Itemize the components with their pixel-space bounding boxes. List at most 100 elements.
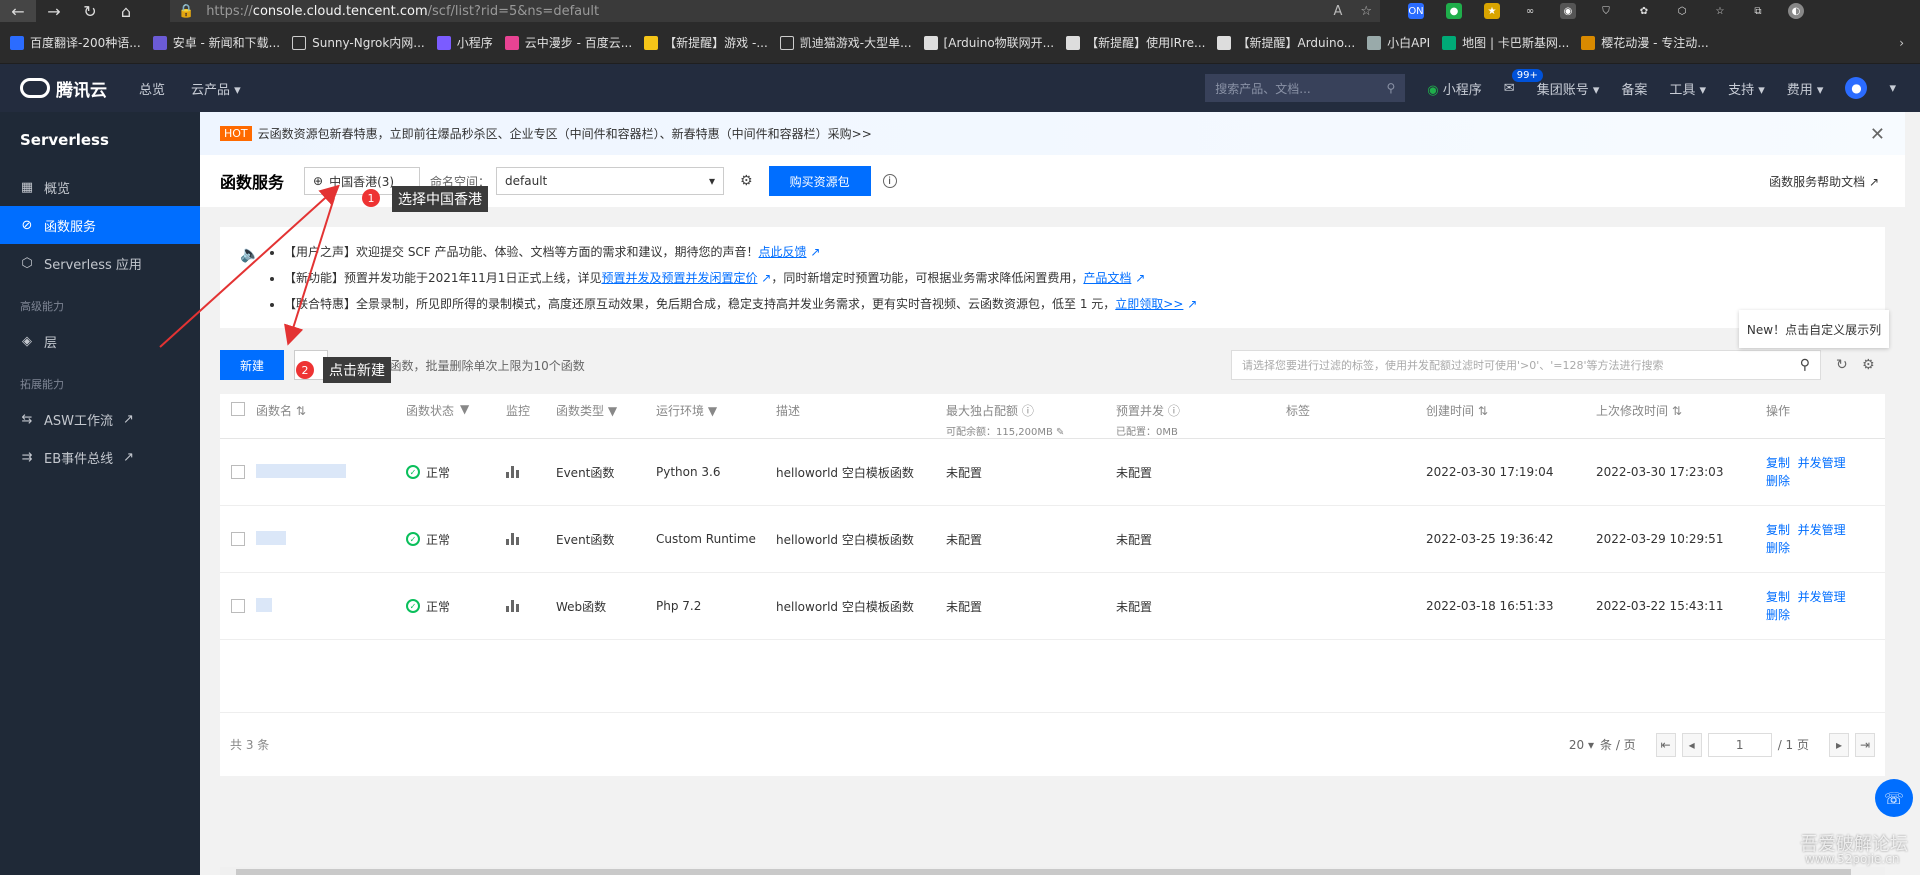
scroll-thumb[interactable] [236,869,1851,875]
promo-banner[interactable]: HOT 云函数资源包新春特惠，立即前往爆品秒杀区、企业专区（中间件和容器栏）、新… [200,112,1905,155]
header-billing[interactable]: 费用 ▾ [1787,79,1824,98]
sidebar-item-functions[interactable]: ⊘ 函数服务 [0,206,200,244]
feedback-link[interactable]: 点此反馈 [759,245,807,259]
header-miniprogram[interactable]: ◉ 小程序 [1427,79,1482,98]
back-icon[interactable]: ← [0,0,36,22]
message-icon[interactable]: ✉ 99+ [1504,68,1543,96]
header-status[interactable]: 函数状态 ▼ [406,394,506,438]
concurrency-link[interactable]: 并发管理 [1798,456,1846,470]
gear-icon[interactable]: ⚙ [740,173,753,189]
first-page-icon[interactable]: ⇤ [1655,732,1676,757]
bar-chart-icon[interactable] [506,466,556,478]
concurrency-link[interactable]: 并发管理 [1798,523,1846,537]
function-name-link[interactable] [256,597,406,615]
delete-link[interactable]: 删除 [1766,539,1876,557]
row-checkbox[interactable] [231,599,245,613]
namespace-select[interactable]: default ▾ [496,167,725,195]
row-checkbox[interactable] [231,465,245,479]
copy-link[interactable]: 复制 [1766,456,1790,470]
function-name-link[interactable] [256,530,406,548]
select-all-checkbox[interactable] [231,402,245,416]
row-checkbox[interactable] [231,532,245,546]
address-bar[interactable]: 🔒 https://console.cloud.tencent.com/scf/… [170,0,1380,22]
info-icon[interactable]: ⓘ [1022,404,1034,418]
favorites-icon[interactable]: ☆ [1712,3,1728,19]
header-group-account[interactable]: 集团账号 ▾ [1537,79,1600,98]
nav-overview[interactable]: 总览 [139,79,165,98]
buy-package-button[interactable]: 购买资源包 [768,166,871,196]
bookmark-item[interactable]: 百度翻译-200种语... [10,34,141,51]
collections-icon[interactable]: ⧉ [1750,3,1766,19]
help-doc-link[interactable]: 函数服务帮助文档 ↗ [1769,173,1879,190]
new-function-button[interactable]: 新建 [220,350,284,380]
prev-page-icon[interactable]: ◂ [1681,732,1702,757]
horizontal-scrollbar[interactable] [220,867,1885,875]
copy-link[interactable]: 复制 [1766,523,1790,537]
bookmark-item[interactable]: 【新提醒】Arduino... [1217,34,1355,51]
pricing-link[interactable]: 预置并发及预置并发闲置定价 [601,271,757,285]
bookmark-item[interactable]: Sunny-Ngrok内网... [292,34,425,51]
last-page-icon[interactable]: ⇥ [1855,732,1875,757]
extension-face-icon[interactable]: ◉ [1560,3,1576,19]
support-chat-icon[interactable]: ☏ [1875,779,1913,817]
bookmark-item[interactable]: 【新提醒】游戏 -... [644,34,768,51]
header-tools[interactable]: 工具 ▾ [1669,79,1706,98]
sidebar-item-layer[interactable]: ◈ 层 [0,322,200,360]
sidebar-item-asw[interactable]: ⇆ ASW工作流 ↗ [0,400,200,438]
info-icon[interactable]: i [882,174,897,188]
forward-icon[interactable]: → [36,0,72,22]
product-doc-link[interactable]: 产品文档 [1083,271,1131,285]
bar-chart-icon[interactable] [506,533,556,545]
bookmark-item[interactable]: [Arduino物联网开... [923,34,1054,51]
header-name[interactable]: 函数名 ⇅ [256,394,406,438]
bookmark-item[interactable]: 小程序 [436,34,493,51]
sidebar-item-overview[interactable]: ▦ 概览 [0,168,200,206]
header-support[interactable]: 支持 ▾ [1728,79,1765,98]
new-feature-tip[interactable]: New！点击自定义展示列 [1739,310,1889,348]
read-aloud-icon[interactable]: A [1333,4,1342,19]
delete-link[interactable]: 删除 [1766,472,1876,490]
bookmark-item[interactable]: 安卓 - 新闻和下载... [152,34,280,51]
extension-color-icon[interactable]: ✿ [1636,3,1652,19]
sidebar-item-serverless-app[interactable]: ⬡ Serverless 应用 [0,244,200,282]
reload-icon[interactable]: ↻ [72,0,108,22]
header-icp[interactable]: 备案 [1621,79,1647,98]
nav-products[interactable]: 云产品 ▾ [191,79,241,98]
bookmark-item[interactable]: 樱花动漫 - 专注动... [1581,34,1709,51]
header-search[interactable]: 搜索产品、文档... ⚲ [1205,74,1406,102]
header-type[interactable]: 函数类型 ▼ [556,394,656,438]
avatar[interactable]: ● [1845,77,1868,99]
favorite-icon[interactable]: ☆ [1360,4,1372,19]
info-icon[interactable]: ⓘ [1168,404,1180,418]
next-page-icon[interactable]: ▸ [1829,732,1849,757]
page-size-select[interactable]: 20 ▾ [1569,738,1594,752]
sidebar-item-eb[interactable]: ⇉ EB事件总线 ↗ [0,438,200,476]
edit-icon[interactable]: ✎ [1056,427,1064,438]
extension-yellow-icon[interactable]: ★ [1484,3,1500,19]
close-icon[interactable]: ✕ [1870,124,1885,145]
delete-link[interactable]: 删除 [1766,606,1876,624]
brand-logo[interactable]: 腾讯云 [20,76,107,101]
extension-shield-icon[interactable]: ⛉ [1598,3,1614,19]
bookmark-item[interactable]: 凯迪猫游戏-大型单... [779,34,912,51]
function-name-link[interactable] [256,463,406,481]
page-input[interactable]: 1 [1707,732,1772,757]
filter-input[interactable]: 请选择您要进行过滤的标签，使用并发配额过滤时可使用'>0'、'=128'等方法进… [1231,350,1821,380]
header-created[interactable]: 创建时间 ⇅ [1426,394,1596,438]
claim-link[interactable]: 立即领取>> [1115,297,1183,311]
header-modified[interactable]: 上次修改时间 ⇅ [1596,394,1766,438]
concurrency-link[interactable]: 并发管理 [1798,590,1846,604]
extensions-icon[interactable]: ⬡ [1674,3,1690,19]
extension-on-icon[interactable]: ON [1408,3,1424,19]
bookmark-item[interactable]: 地图 | 卡巴斯基网... [1442,34,1569,51]
home-icon[interactable]: ⌂ [108,0,144,22]
bookmark-item[interactable]: 【新提醒】使用IRre... [1066,34,1205,51]
bookmark-item[interactable]: 小白API [1367,34,1430,51]
bookmark-item[interactable]: 云中漫步 - 百度云... [504,34,632,51]
refresh-icon[interactable]: ↻ [1836,357,1848,373]
header-env[interactable]: 运行环境 ▼ [656,394,776,438]
copy-link[interactable]: 复制 [1766,590,1790,604]
extension-link-icon[interactable]: ∞ [1522,3,1538,19]
profile-icon[interactable]: ◐ [1788,3,1804,19]
extension-green-icon[interactable]: ● [1446,3,1462,19]
